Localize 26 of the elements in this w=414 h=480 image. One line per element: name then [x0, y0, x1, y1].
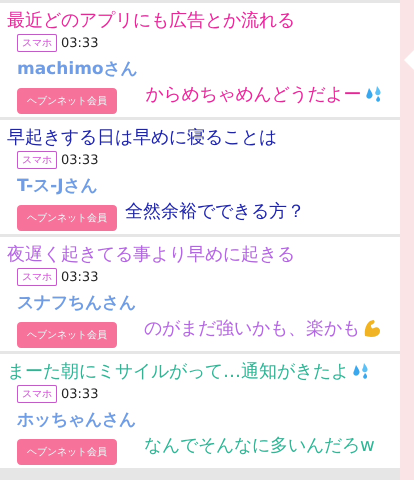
flexed-arm-icon [362, 318, 382, 338]
post-time: 03:33 [61, 270, 98, 284]
member-button[interactable]: ヘブンネット会員 [17, 205, 117, 231]
pointer-icon [404, 50, 414, 70]
device-tag: スマホ [17, 151, 57, 169]
user-name[interactable]: ホッちゃんさん [17, 408, 136, 431]
device-tag: スマホ [17, 385, 57, 403]
user-name[interactable]: スナフちんさん [17, 291, 136, 314]
caption-text: まーた朝にミサイルがって…通知がきたよ [7, 360, 349, 383]
user-name[interactable]: machimoさん [17, 57, 138, 80]
member-button[interactable]: ヘブンネット会員 [17, 439, 117, 465]
device-tag: スマホ [17, 268, 57, 286]
caption-text: のがまだ強いかも、楽かも [144, 317, 360, 340]
caption-text: 早起きする日は早めに寝ることは [7, 126, 277, 149]
device-tag: スマホ [17, 34, 57, 52]
member-button[interactable]: ヘブンネット会員 [17, 322, 117, 348]
caption-text: なんでそんなに多いんだろw [144, 434, 375, 457]
caption-text: からめちゃめんどうだよー [146, 83, 362, 106]
member-button[interactable]: ヘブンネット会員 [17, 88, 117, 114]
post-time: 03:33 [61, 36, 98, 50]
caption-text: 最近どのアプリにも広告とか流れる [7, 9, 295, 32]
post-time: 03:33 [61, 386, 98, 402]
post-time: 03:33 [61, 152, 98, 168]
caption-text: 夜遅く起きてる事より早めに起きる [7, 243, 295, 266]
user-name[interactable]: T-ス-Jさん [17, 174, 98, 197]
caption-text: 全然余裕でできる方？ [125, 200, 305, 223]
